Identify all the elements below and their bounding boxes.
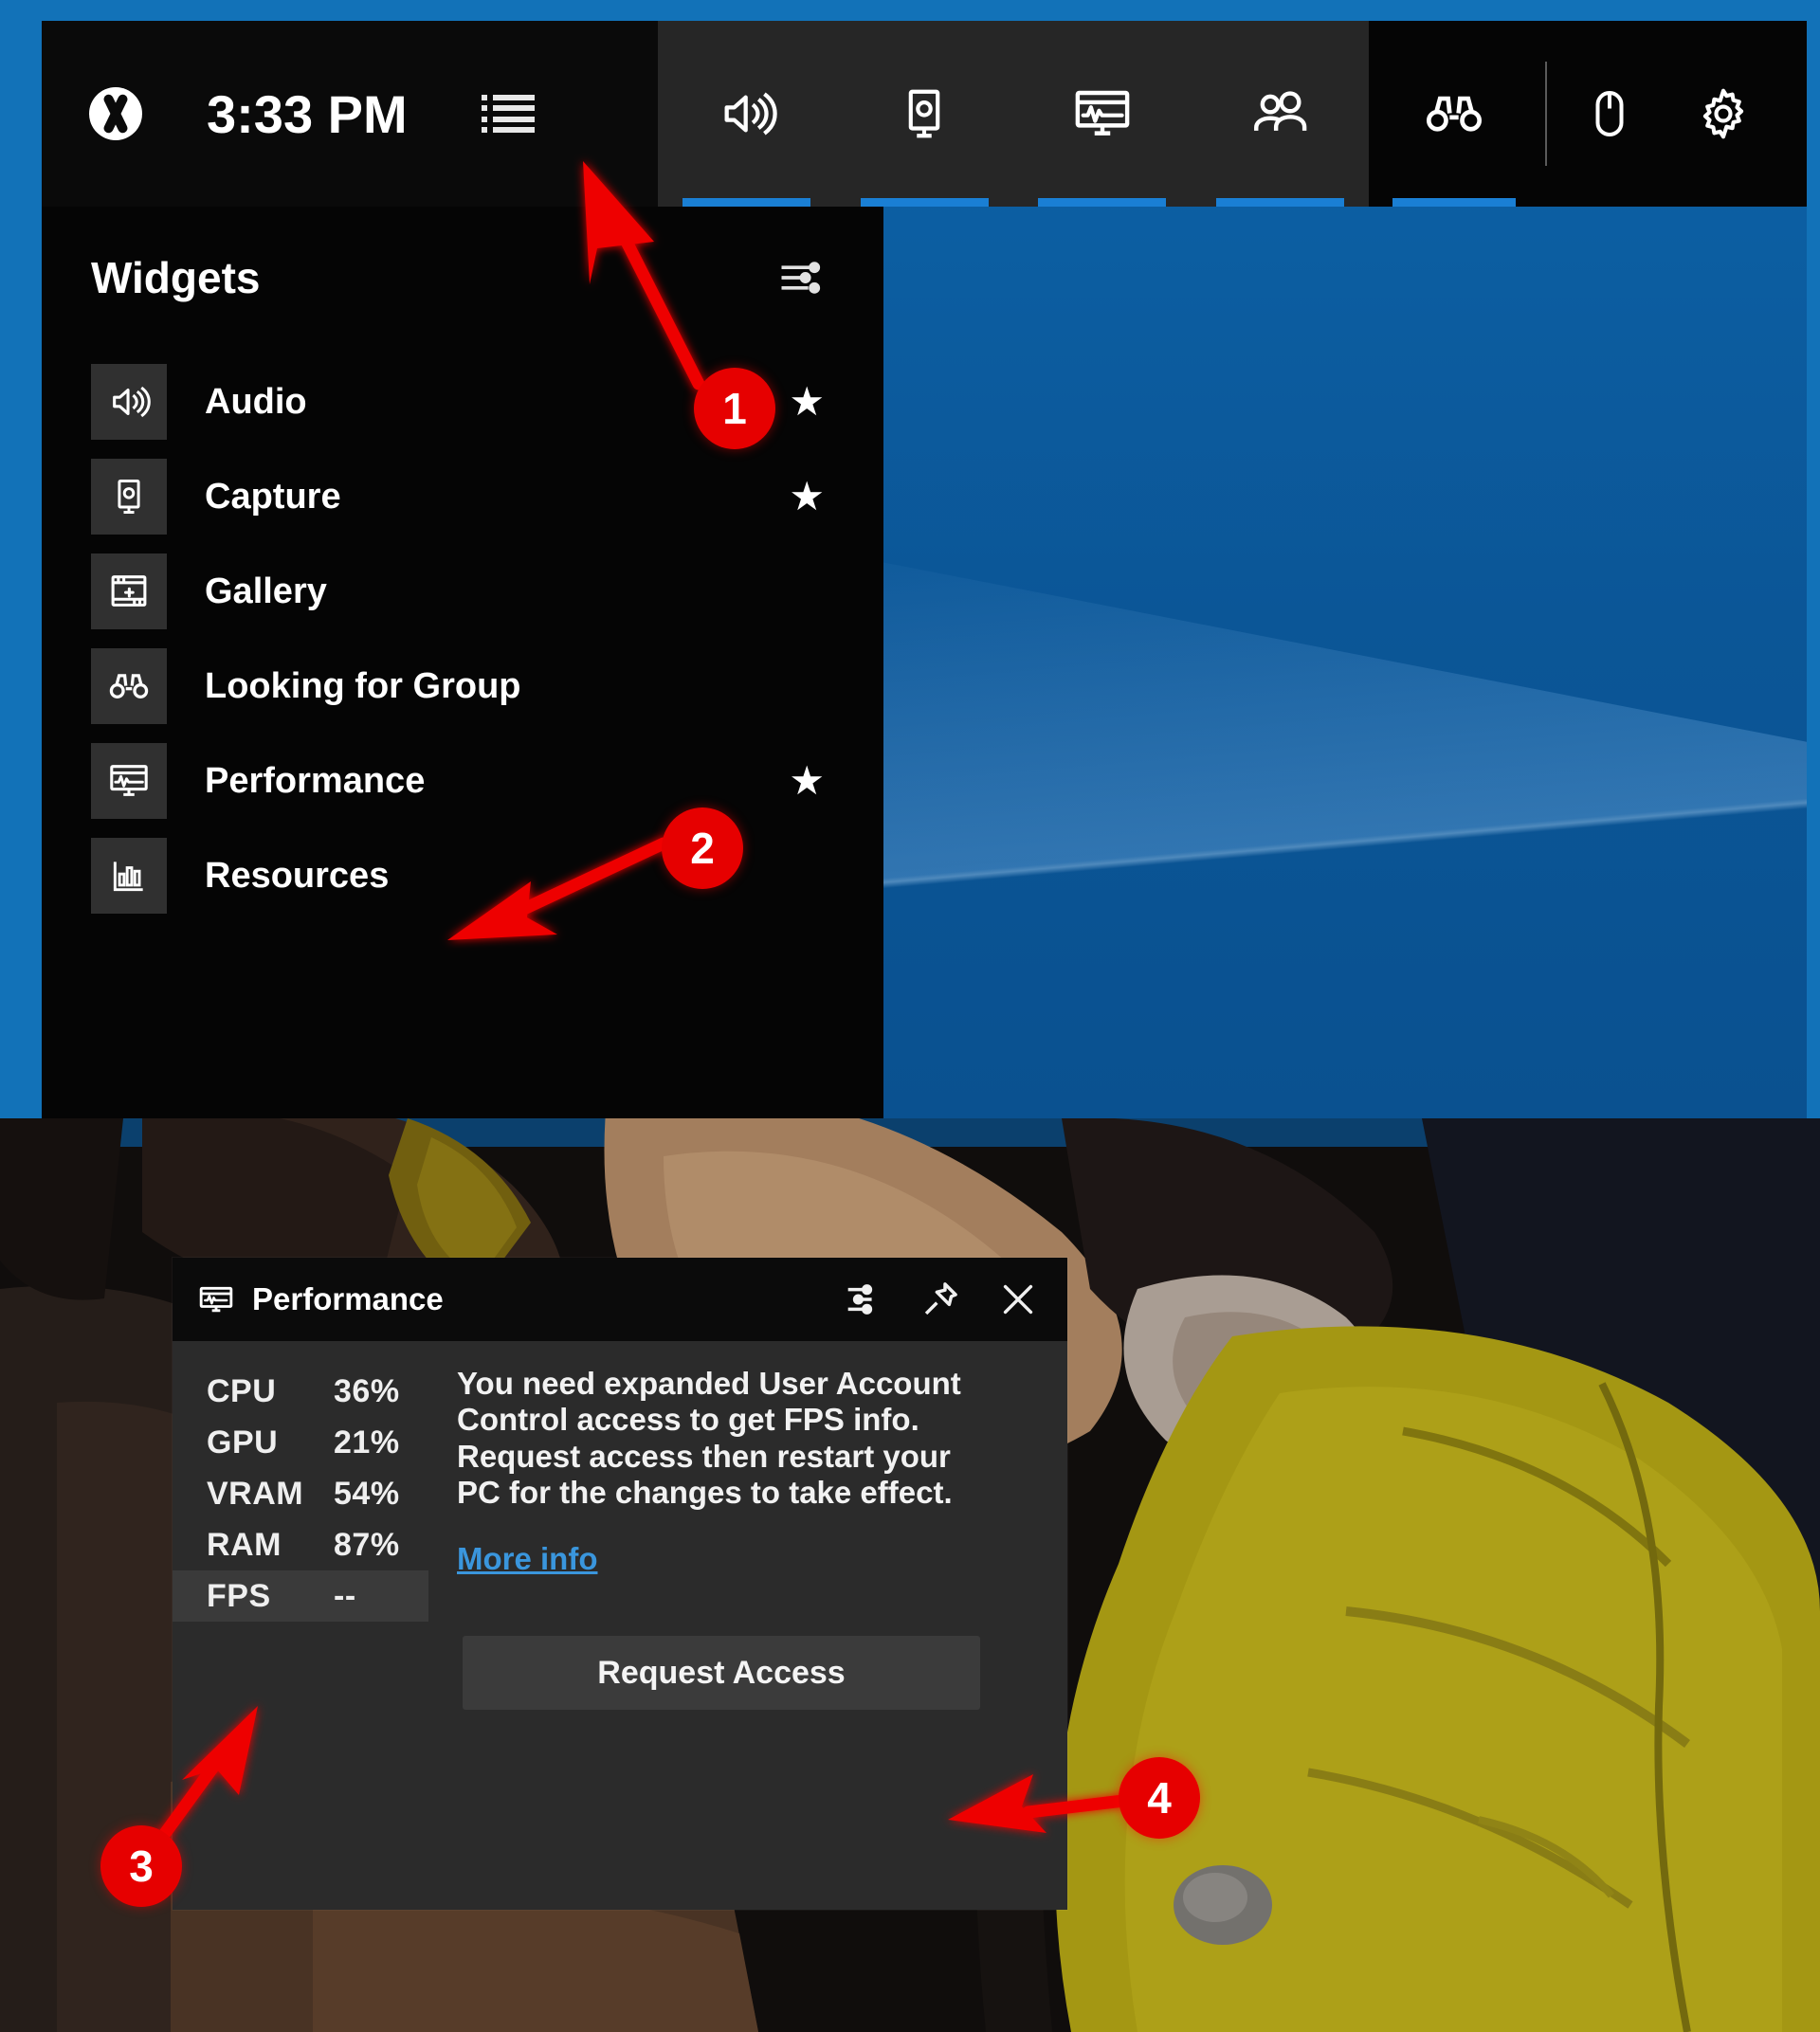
widget-item-gallery[interactable]: Gallery ★ [42, 544, 883, 639]
tab-active-indicator [1392, 198, 1516, 207]
tab-active-indicator [1038, 198, 1167, 207]
xbox-logo-icon[interactable] [89, 87, 142, 140]
stat-value: 21% [334, 1424, 400, 1460]
game-bar-screenshot: 3:33 PM Widgets Audio ★ Capture ★ Galler… [0, 0, 1820, 1118]
performance-widget-actions [836, 1273, 1045, 1326]
vram-stat-row: VRAM 54% [173, 1468, 457, 1519]
widget-item-label: Gallery [205, 571, 327, 611]
widget-item-performance[interactable]: Performance ★ [42, 734, 883, 828]
stat-label: GPU [207, 1424, 279, 1460]
gpu-stat-row: GPU 21% [173, 1417, 457, 1468]
performance-monitor-icon [1071, 82, 1134, 145]
stat-label: VRAM [207, 1475, 304, 1512]
tab-capture[interactable] [836, 21, 1014, 207]
capture-monitor-icon [91, 459, 167, 535]
toolbar-left-group: 3:33 PM [42, 21, 658, 207]
close-icon[interactable] [992, 1273, 1045, 1326]
widgets-panel: Widgets Audio ★ Capture ★ Gallery Lookin… [42, 207, 883, 1118]
stat-value: 54% [334, 1475, 400, 1512]
tab-active-indicator [682, 198, 811, 207]
performance-widget-title: Performance [252, 1281, 444, 1316]
gallery-icon [91, 553, 167, 629]
pin-star-icon[interactable]: ★ [789, 382, 825, 422]
widget-item-looking-for-group[interactable]: Looking for Group ★ [42, 639, 883, 734]
sliders-icon[interactable] [836, 1273, 889, 1326]
performance-stats-list: CPU 36% GPU 21% VRAM 54% RAM 87% FPS -- [173, 1366, 457, 1910]
stat-label: RAM [207, 1526, 282, 1563]
performance-message-area: You need expanded User Account Control a… [457, 1366, 1067, 1910]
screenshot-root: 3:33 PM Widgets Audio ★ Capture ★ Galler… [0, 0, 1820, 2032]
widget-item-label: Audio [205, 381, 307, 422]
speaker-icon [717, 83, 777, 144]
mouse-settings-button[interactable] [1553, 21, 1666, 207]
performance-widget-titlebar: Performance [173, 1258, 1067, 1341]
performance-monitor-icon [91, 743, 167, 819]
more-info-link[interactable]: More info [457, 1541, 597, 1577]
binoculars-icon [91, 648, 167, 724]
game-bar-toolbar: 3:33 PM [42, 21, 1807, 207]
menu-line-4 [481, 126, 535, 133]
pin-star-icon[interactable]: ★ [789, 477, 825, 517]
tab-looking-for-group[interactable] [1369, 21, 1539, 207]
speaker-icon [91, 364, 167, 440]
frame-border-right [1807, 0, 1820, 1118]
widget-item-label: Looking for Group [205, 665, 521, 706]
cpu-stat-row: CPU 36% [173, 1366, 457, 1417]
tab-social[interactable] [1192, 21, 1370, 207]
frame-border-top [0, 0, 1820, 21]
uac-message-text: You need expanded User Account Control a… [457, 1366, 961, 1510]
binoculars-icon [1423, 82, 1485, 145]
tab-active-indicator [860, 198, 989, 207]
bar-chart-icon [91, 838, 167, 914]
tab-active-indicator [1215, 198, 1344, 207]
request-access-button[interactable]: Request Access [463, 1636, 980, 1711]
tab-performance[interactable] [1013, 21, 1192, 207]
people-icon [1248, 82, 1311, 145]
widgets-panel-header: Widgets [42, 207, 883, 303]
widget-item-audio[interactable]: Audio ★ [42, 354, 883, 449]
widget-item-label: Capture [205, 476, 341, 517]
gear-icon [1694, 84, 1753, 143]
widget-item-label: Performance [205, 760, 426, 801]
widget-item-capture[interactable]: Capture ★ [42, 449, 883, 544]
stat-value: 87% [334, 1526, 400, 1563]
tab-audio[interactable] [658, 21, 836, 207]
performance-monitor-icon [197, 1280, 235, 1318]
settings-button[interactable] [1666, 21, 1780, 207]
performance-widget-body: CPU 36% GPU 21% VRAM 54% RAM 87% FPS -- … [173, 1341, 1067, 1910]
performance-widget: Performance CPU 36% GPU 21% VRAM 54% RAM… [173, 1258, 1067, 1910]
toolbar-divider [1545, 62, 1547, 166]
widget-item-label: Resources [205, 855, 390, 896]
menu-line-1 [481, 95, 535, 100]
widgets-list: Audio ★ Capture ★ Gallery Looking for Gr… [42, 354, 883, 923]
toolbar-right-group [1369, 21, 1807, 207]
sliders-icon[interactable] [775, 253, 825, 302]
widgets-panel-title: Widgets [91, 253, 261, 302]
widget-item-resources[interactable]: Resources ★ [42, 828, 883, 923]
pin-star-icon[interactable]: ★ [789, 761, 825, 801]
pin-icon[interactable] [914, 1273, 967, 1326]
frame-border-left [0, 0, 42, 1118]
menu-line-3 [481, 116, 535, 122]
fps-stat-row[interactable]: FPS -- [173, 1570, 428, 1622]
mouse-icon [1581, 85, 1638, 142]
ram-stat-row: RAM 87% [173, 1519, 457, 1570]
stat-value: 36% [334, 1372, 400, 1409]
clock-label: 3:33 PM [207, 83, 408, 144]
menu-line-2 [481, 105, 535, 112]
capture-monitor-icon [895, 84, 954, 143]
stat-value: -- [334, 1577, 356, 1614]
stat-label: CPU [207, 1372, 277, 1409]
stat-label: FPS [207, 1577, 271, 1614]
toolbar-tab-group [658, 21, 1369, 207]
widgets-menu-button[interactable] [481, 92, 535, 136]
